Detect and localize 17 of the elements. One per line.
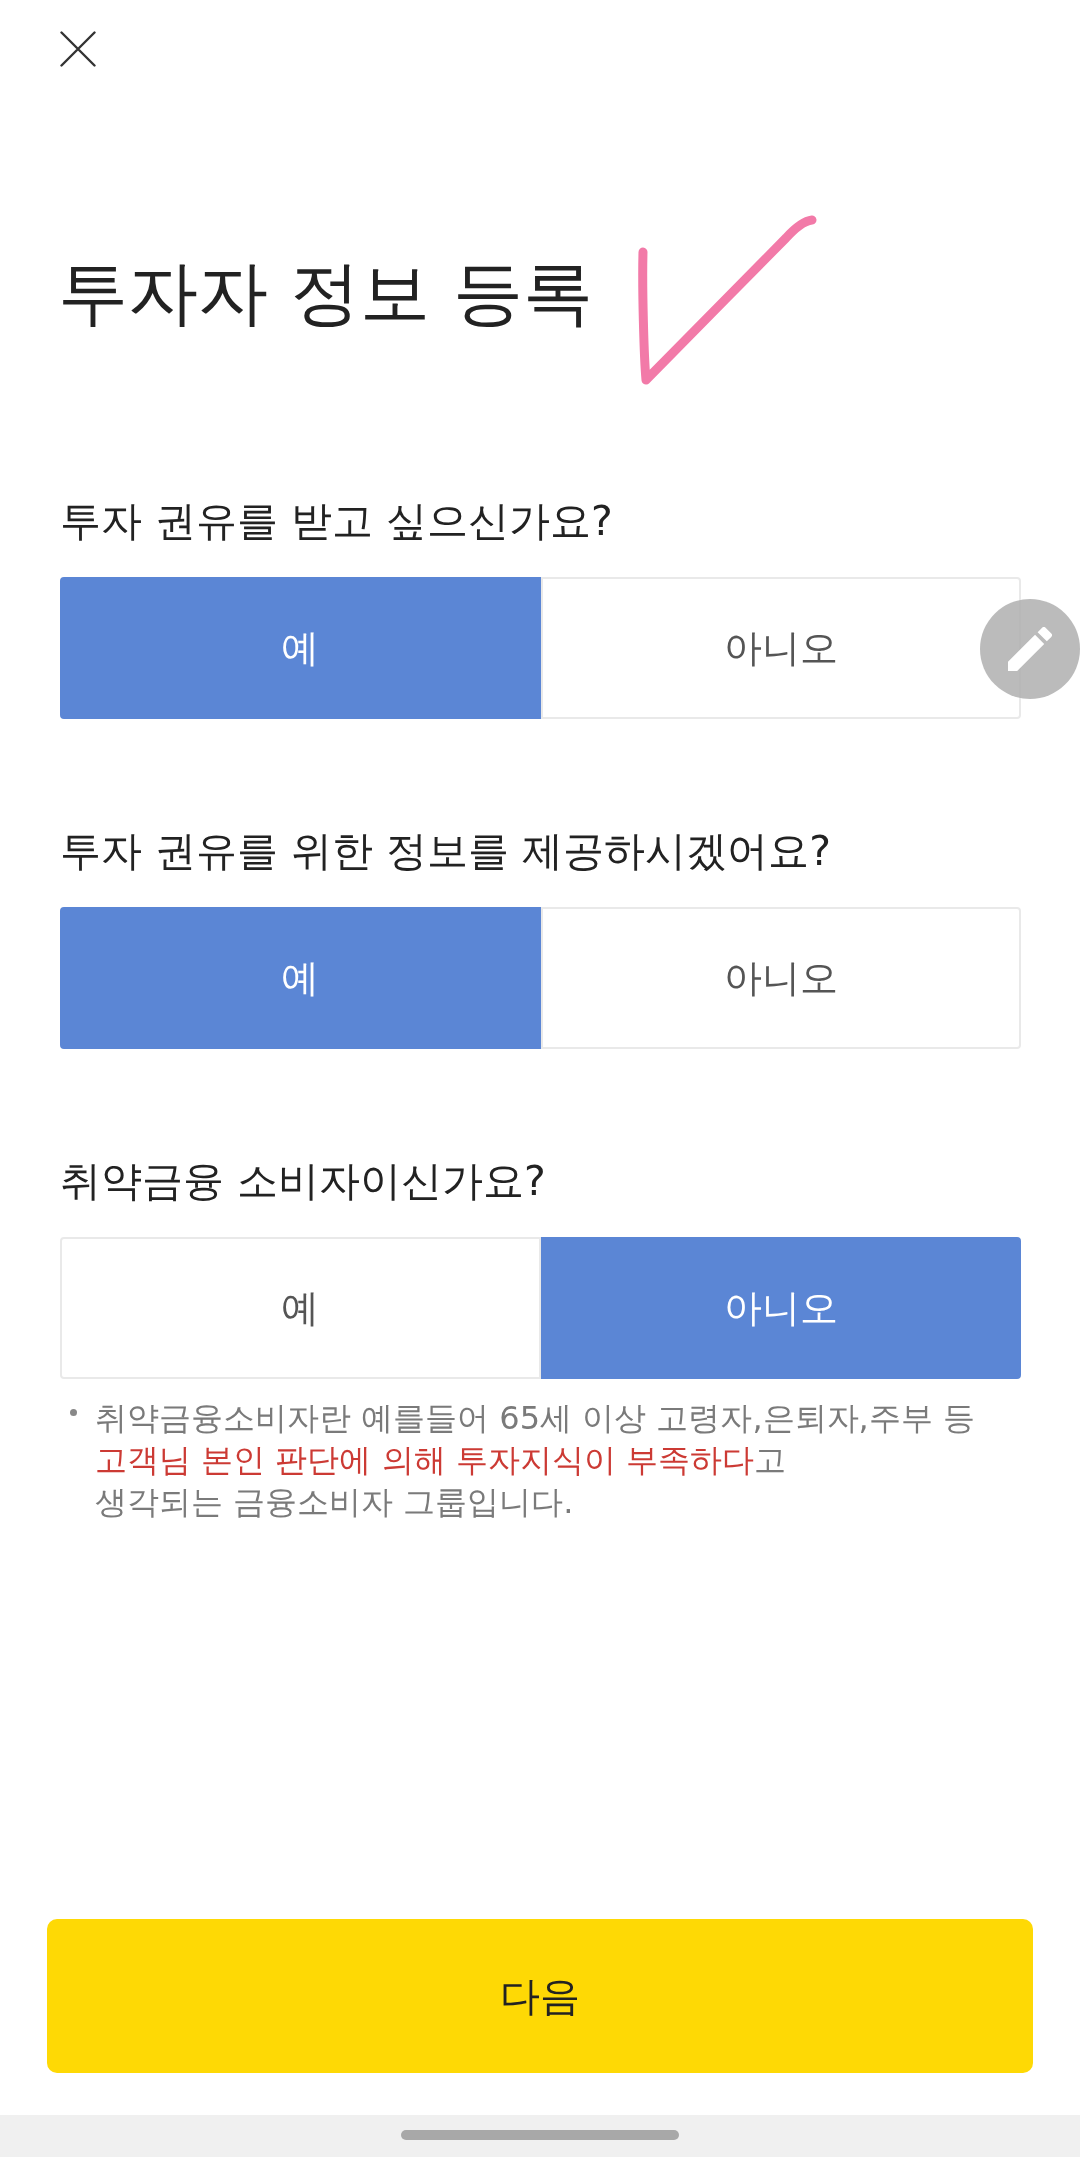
option-button[interactable]: 아니오 xyxy=(540,907,1021,1049)
question-text: 취약금융 소비자이신가요? xyxy=(60,1156,546,1207)
option-button[interactable]: 예 xyxy=(60,1237,541,1379)
option-button[interactable]: 예 xyxy=(60,907,541,1049)
note-text: 취약금융소비자란 예를들어 65세 이상 고령자,은퇴자,주부 등 고객님 본인 판단에 의해 투자지식이 부족하다고 생각되는 금융소비자 그룹입니다. xyxy=(95,1398,975,1523)
home-indicator[interactable] xyxy=(401,2130,679,2140)
page-title: 투자자 정보 등록 xyxy=(58,251,593,336)
close-icon xyxy=(60,31,96,67)
bullet-icon xyxy=(70,1409,77,1416)
pencil-icon xyxy=(1008,627,1052,671)
option-button[interactable]: 아니오 xyxy=(540,577,1021,719)
option-button[interactable]: 예 xyxy=(60,577,541,719)
question-text: 투자 권유를 위한 정보를 제공하시겠어요? xyxy=(60,826,831,877)
option-button[interactable]: 아니오 xyxy=(540,1237,1021,1379)
close-button[interactable] xyxy=(60,31,96,67)
next-button[interactable]: 다음 xyxy=(47,1919,1033,2073)
question-text: 투자 권유를 받고 싶으신가요? xyxy=(60,496,613,547)
